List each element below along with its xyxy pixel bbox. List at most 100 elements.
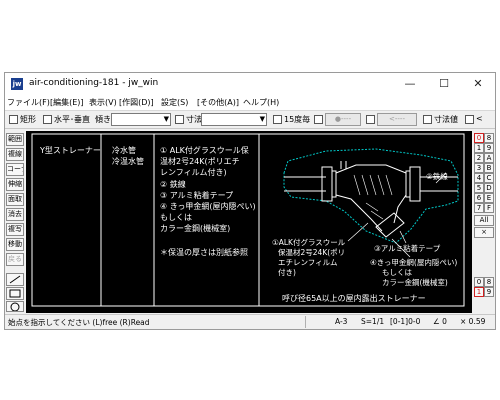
layer-palette: 0 8 1 9 2 A 3 B 4 C 5 D 6 E 7 F All × 0 …: [474, 131, 495, 313]
tool-stretch[interactable]: 伸縮: [6, 178, 24, 191]
layer-button-f[interactable]: F: [484, 203, 494, 213]
close-button[interactable]: ✕: [461, 73, 495, 95]
layer-button-5[interactable]: 5: [474, 183, 484, 193]
menu-other[interactable]: [その他(A)]: [197, 97, 239, 108]
layer-button-8[interactable]: 8: [484, 133, 494, 143]
callout-wire: ②鉄線: [426, 171, 448, 181]
deg15-label: 15度毎: [284, 115, 311, 124]
insulation-note: ＊保温の厚さは別紙参照: [160, 247, 248, 257]
dimension-checkbox[interactable]: [175, 115, 184, 124]
status-divider: [305, 316, 306, 328]
rectangle-tool[interactable]: [6, 287, 24, 300]
slope-label: 傾き: [95, 115, 111, 124]
tool-copy[interactable]: 複写: [6, 223, 24, 236]
callout-4-line2: もしくは: [382, 268, 412, 277]
dimension-label: 寸法: [186, 115, 202, 124]
layer-x-button[interactable]: ×: [474, 227, 494, 238]
group-button-1[interactable]: 1: [474, 287, 484, 297]
pill1-button[interactable]: ●----: [325, 113, 361, 126]
dim-value-label: 寸法値: [434, 115, 458, 124]
window-title: air-conditioning-181 - jw_win: [29, 78, 159, 88]
tool-move[interactable]: 移動: [6, 238, 24, 251]
pill2-button[interactable]: <----: [377, 113, 417, 126]
layer-button-9[interactable]: 9: [484, 143, 494, 153]
deg15-checkbox[interactable]: [273, 115, 282, 124]
layer-button-d[interactable]: D: [484, 183, 494, 193]
spec-line-5: ③ アルミ粘着テープ: [160, 190, 233, 200]
menu-draw[interactable]: [作図(D)]: [119, 97, 154, 108]
minimize-button[interactable]: —: [393, 73, 427, 95]
insulation-outline: [283, 148, 459, 244]
layer-button-7[interactable]: 7: [474, 203, 484, 213]
horizontal-vertical-label: 水平･垂直: [54, 115, 90, 124]
rect-checkbox[interactable]: [9, 115, 18, 124]
rectangle-icon: [9, 289, 21, 298]
lt-label: <: [476, 114, 483, 123]
layer-button-b[interactable]: B: [484, 163, 494, 173]
rect-label: 矩形: [20, 115, 36, 124]
paper-size[interactable]: A-3: [335, 317, 347, 326]
chevron-down-icon: ▼: [163, 115, 169, 123]
layer-readout[interactable]: [0-1]0-0: [390, 317, 420, 326]
menu-bar: ファイル(F) [編集(E)] 表示(V) [作図(D)] 設定(S) [その他…: [5, 95, 495, 111]
callout-4-line1: ④きっ甲金網(屋内隠ぺい): [370, 257, 457, 267]
group-button-8[interactable]: 8: [484, 277, 494, 287]
circle-tool[interactable]: [6, 301, 24, 312]
tool-chamfer[interactable]: 面取: [6, 193, 24, 206]
spec-line-3: レンフィルム付き): [160, 167, 227, 177]
callout-aluminum-tape: ③アルミ粘着テープ: [374, 243, 441, 253]
slope-select[interactable]: ▼: [111, 113, 171, 126]
menu-view[interactable]: 表示(V): [89, 97, 117, 108]
title-bar: jw air-conditioning-181 - jw_win — ☐ ✕: [5, 73, 495, 95]
layer-button-6[interactable]: 6: [474, 193, 484, 203]
toolbar: 矩形 水平･垂直 傾き ▼ 寸法 ▼ 15度毎 ●---- <---- 寸法値 …: [5, 111, 495, 129]
tool-parallel[interactable]: 複線: [6, 148, 24, 161]
spec-line-6: ④ きっ甲金網(屋内隠ぺい): [160, 201, 256, 211]
pill2-checkbox[interactable]: [366, 115, 375, 124]
tool-undo[interactable]: 戻る: [6, 253, 24, 266]
spec-line-2: 温材2号24K(ポリエチ: [160, 156, 240, 166]
tool-erase[interactable]: 消去: [6, 208, 24, 221]
layer-button-4[interactable]: 4: [474, 173, 484, 183]
pipe-type-line2: 冷温水管: [112, 156, 144, 166]
layer-all-button[interactable]: All: [474, 215, 494, 226]
horizontal-vertical-checkbox[interactable]: [43, 115, 52, 124]
callout-1-line4: 付き): [278, 267, 296, 277]
spec-line-4: ② 鉄線: [160, 179, 186, 189]
circle-icon: [10, 302, 20, 311]
tool-corner[interactable]: コーナー: [6, 163, 24, 176]
group-button-0[interactable]: 0: [474, 277, 484, 287]
dimension-select[interactable]: ▼: [201, 113, 267, 126]
group-button-9[interactable]: 9: [484, 287, 494, 297]
status-message: 始点を指示してください (L)free (R)Read: [8, 318, 150, 327]
layer-button-0[interactable]: 0: [474, 133, 484, 143]
drawing-svg: Y型ストレーナー 冷水管 冷温水管 ① ALK付グラスウール保 温材2号24K(…: [31, 133, 465, 307]
lt-checkbox[interactable]: [465, 115, 474, 124]
app-window: jw air-conditioning-181 - jw_win — ☐ ✕ フ…: [4, 72, 496, 330]
menu-edit[interactable]: [編集(E)]: [50, 97, 84, 108]
status-bar: 始点を指示してください (L)free (R)Read A-3 S=1/1 [0…: [5, 314, 495, 329]
chevron-down-icon: ▼: [259, 115, 265, 123]
pill1-checkbox[interactable]: [314, 115, 323, 124]
scale-readout[interactable]: S=1/1: [361, 317, 384, 326]
layer-button-1[interactable]: 1: [474, 143, 484, 153]
layer-button-a[interactable]: A: [484, 153, 494, 163]
layer-button-3[interactable]: 3: [474, 163, 484, 173]
menu-help[interactable]: ヘルプ(H): [243, 97, 279, 108]
menu-file[interactable]: ファイル(F): [7, 97, 50, 108]
callout-4-line3: カラー金鋼(機械室): [382, 277, 448, 287]
maximize-button[interactable]: ☐: [427, 73, 461, 95]
layer-button-e[interactable]: E: [484, 193, 494, 203]
dim-value-checkbox[interactable]: [423, 115, 432, 124]
line-tool[interactable]: [6, 273, 24, 286]
callout-1-line1: ①ALK付グラスウール: [272, 237, 346, 247]
menu-settings[interactable]: 設定(S): [161, 97, 188, 108]
layer-button-c[interactable]: C: [484, 173, 494, 183]
zoom-readout[interactable]: × 0.59: [460, 317, 485, 326]
line-icon: [9, 275, 21, 284]
drawing-canvas[interactable]: Y型ストレーナー 冷水管 冷温水管 ① ALK付グラスウール保 温材2号24K(…: [26, 131, 472, 313]
angle-readout[interactable]: ∠ 0: [433, 317, 447, 326]
spec-line-8: カラー金鋼(機械室): [160, 223, 230, 233]
layer-button-2[interactable]: 2: [474, 153, 484, 163]
tool-range[interactable]: 範囲: [6, 133, 24, 146]
